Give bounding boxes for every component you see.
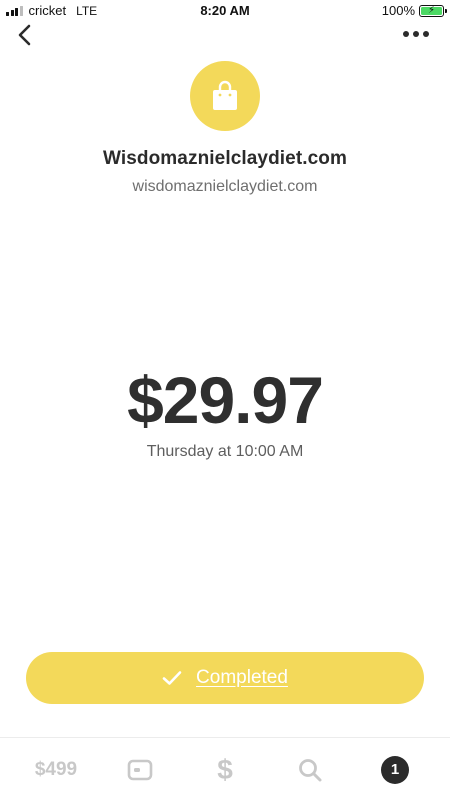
back-button[interactable] [12, 20, 40, 50]
status-bar-right: 100% ⚡ [381, 3, 447, 18]
card-icon [127, 759, 153, 780]
more-dots-icon [403, 31, 409, 37]
shopping-bag-icon [213, 80, 237, 110]
merchant-domain: wisdomaznielclaydiet.com [132, 178, 318, 195]
charging-bolt-icon: ⚡ [427, 4, 436, 16]
battery-icon: ⚡ [419, 4, 447, 17]
activity-count-badge: 1 [381, 755, 409, 784]
tab-search[interactable] [290, 738, 330, 800]
more-options-button[interactable] [400, 26, 432, 42]
completed-label[interactable]: Completed [196, 667, 288, 689]
payment-amount: $29.97 [127, 363, 324, 437]
checkmark-icon [162, 671, 182, 685]
merchant-name: Wisdomaznielclaydiet.com [102, 148, 348, 169]
chevron-left-icon [18, 24, 31, 46]
more-dots-icon [423, 31, 429, 37]
more-dots-icon [413, 31, 419, 37]
tab-activity[interactable]: 1 [375, 738, 415, 800]
completed-status-button[interactable]: Completed [26, 652, 424, 704]
bottom-tab-bar: $499 $ 1 [0, 737, 450, 800]
status-bar: cricket LTE 8:20 AM 100% ⚡ [0, 0, 450, 22]
tab-card[interactable] [120, 738, 160, 800]
search-icon [299, 758, 322, 781]
tab-balance[interactable]: $499 [15, 738, 97, 800]
tab-cash[interactable]: $ [205, 738, 245, 800]
battery-tip [445, 8, 447, 13]
payment-date: Thursday at 10:00 AM [146, 443, 304, 460]
battery-percent: 100% [381, 3, 415, 18]
merchant-avatar [190, 61, 260, 131]
